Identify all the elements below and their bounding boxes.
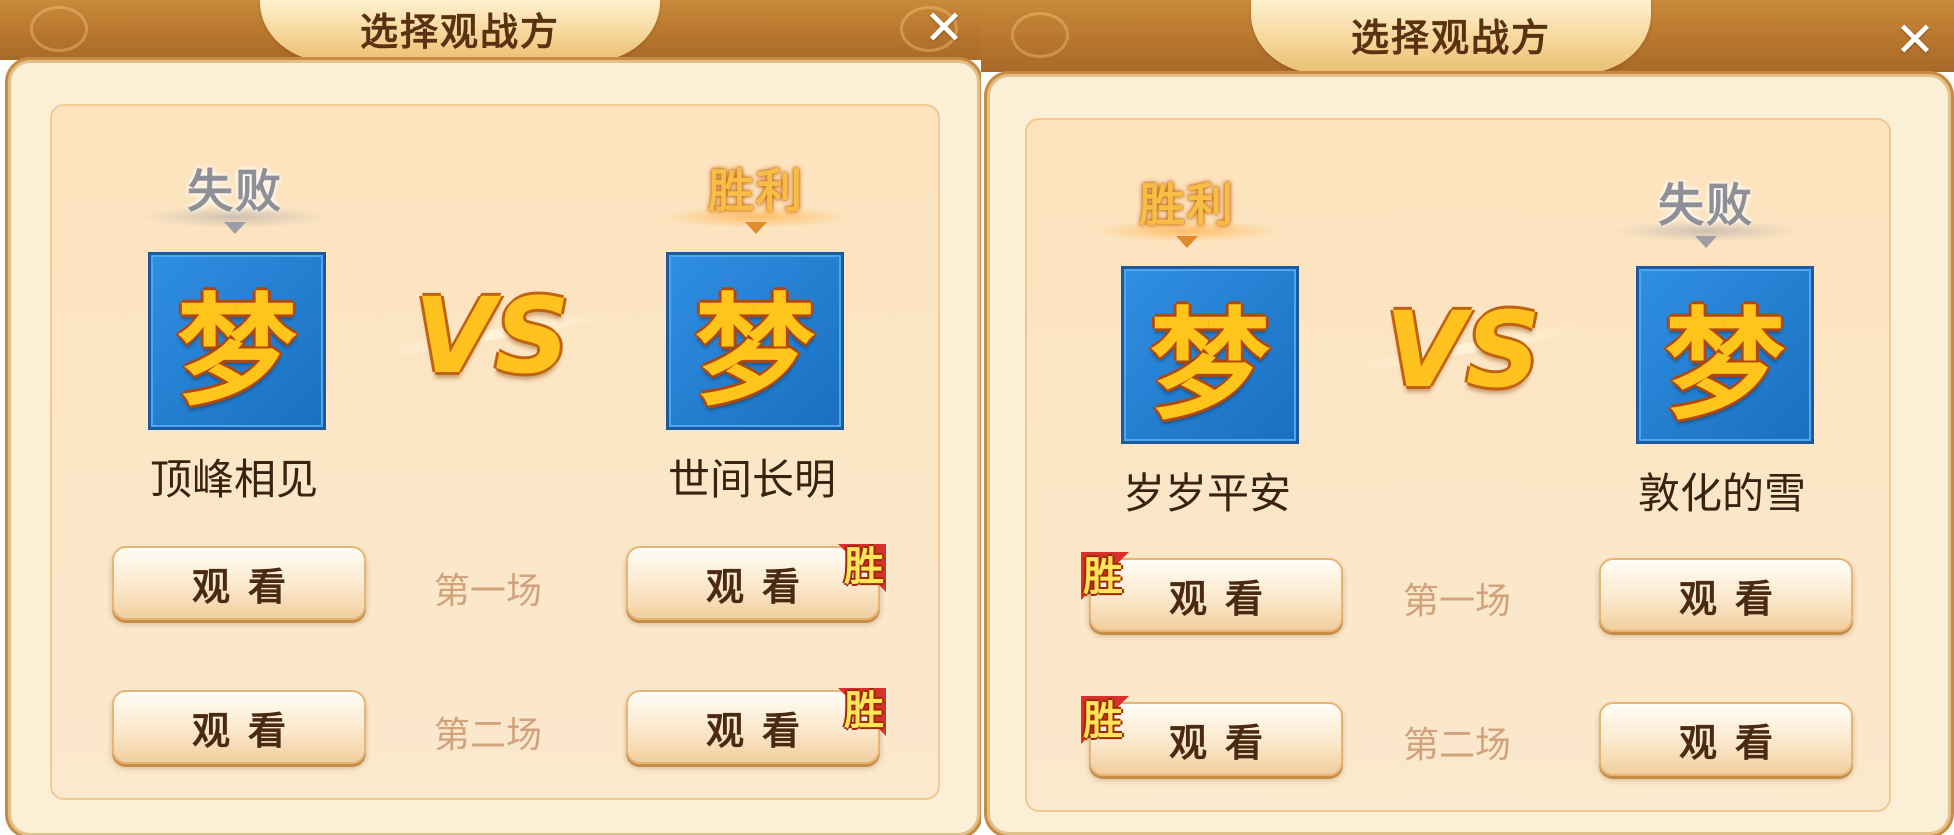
watch-button-round2-left[interactable]: 观看 (112, 690, 366, 764)
round-label-2: 第二场 (1402, 725, 1511, 766)
watch-button-round1-left[interactable]: 观看 (112, 546, 366, 620)
vs-text: VS (1385, 289, 1541, 411)
cloud-ornament-icon (30, 6, 88, 52)
watch-button-label: 观看 (705, 564, 818, 609)
win-badge: 胜 (816, 688, 886, 744)
vs-text: VS (414, 275, 570, 397)
watch-button-label: 观看 (191, 708, 304, 753)
win-badge: 胜 (1081, 696, 1151, 752)
win-badge-text: 胜 (844, 544, 884, 590)
pointer-arrow-icon (1176, 236, 1198, 248)
dream-logo-icon: 梦 (1150, 297, 1270, 436)
result-label-left: 失败 (141, 166, 329, 234)
pointer-arrow-icon (1695, 236, 1717, 248)
close-icon: ✕ (923, 0, 965, 56)
watch-button-label: 观看 (1168, 720, 1281, 765)
player-name-left: 岁岁平安 (1122, 469, 1291, 518)
dream-logo-icon: 梦 (1665, 297, 1785, 436)
round-label-1: 第一场 (433, 571, 542, 612)
cloud-ornament-icon (1011, 12, 1069, 58)
round-label-2: 第二场 (433, 715, 542, 756)
watch-button-label: 观看 (191, 564, 304, 609)
close-button[interactable]: ✕ (918, 2, 970, 54)
result-label-right: 胜利 (662, 166, 850, 234)
watch-button-label: 观看 (705, 708, 818, 753)
win-badge-text: 胜 (1083, 554, 1123, 600)
dream-logo-icon: 梦 (695, 283, 815, 422)
player-name-right: 世间长明 (667, 455, 836, 504)
watch-button-label: 观看 (1168, 576, 1281, 621)
watch-button-label: 观看 (1678, 576, 1791, 621)
result-label-left: 胜利 (1093, 180, 1281, 248)
player-name-right: 敦化的雪 (1637, 469, 1806, 518)
player-avatar-left: 梦 (148, 252, 326, 430)
watch-button-round1-right[interactable]: 观看 (1599, 558, 1853, 632)
win-badge-text: 胜 (844, 688, 884, 734)
result-label-right: 失败 (1612, 180, 1800, 248)
win-badge: 胜 (1081, 552, 1151, 608)
dream-logo-icon: 梦 (177, 283, 297, 422)
player-avatar-right: 梦 (666, 252, 844, 430)
dialog-title: 选择观战方 (359, 9, 560, 54)
spectate-dialog-1: 选择观战方 ✕ 失败 梦 顶峰相见 VS 胜利 梦 世间长明 观看 第一场 观看… (0, 0, 981, 835)
watch-button-round2-right[interactable]: 观看 (1599, 702, 1853, 776)
pointer-arrow-icon (224, 222, 246, 234)
win-badge: 胜 (816, 544, 886, 600)
round-label-1: 第一场 (1402, 581, 1511, 622)
player-name-left: 顶峰相见 (149, 455, 318, 504)
pointer-arrow-icon (745, 222, 767, 234)
watch-button-label: 观看 (1678, 720, 1791, 765)
dialog-title-tab: 选择观战方 (260, 0, 660, 62)
dialog-title: 选择观战方 (1350, 15, 1551, 60)
win-badge-text: 胜 (1083, 698, 1123, 744)
dialog-title-tab: 选择观战方 (1251, 0, 1651, 74)
player-avatar-left: 梦 (1121, 266, 1299, 444)
player-avatar-right: 梦 (1636, 266, 1814, 444)
close-button[interactable]: ✕ (1889, 14, 1941, 66)
spectate-dialog-2: 选择观战方 ✕ 胜利 梦 岁岁平安 VS 失败 梦 敦化的雪 观看 胜 第一场 … (981, 0, 1954, 835)
vs-emblem: VS (1343, 290, 1583, 410)
close-icon: ✕ (1894, 12, 1936, 68)
vs-emblem: VS (372, 276, 612, 396)
